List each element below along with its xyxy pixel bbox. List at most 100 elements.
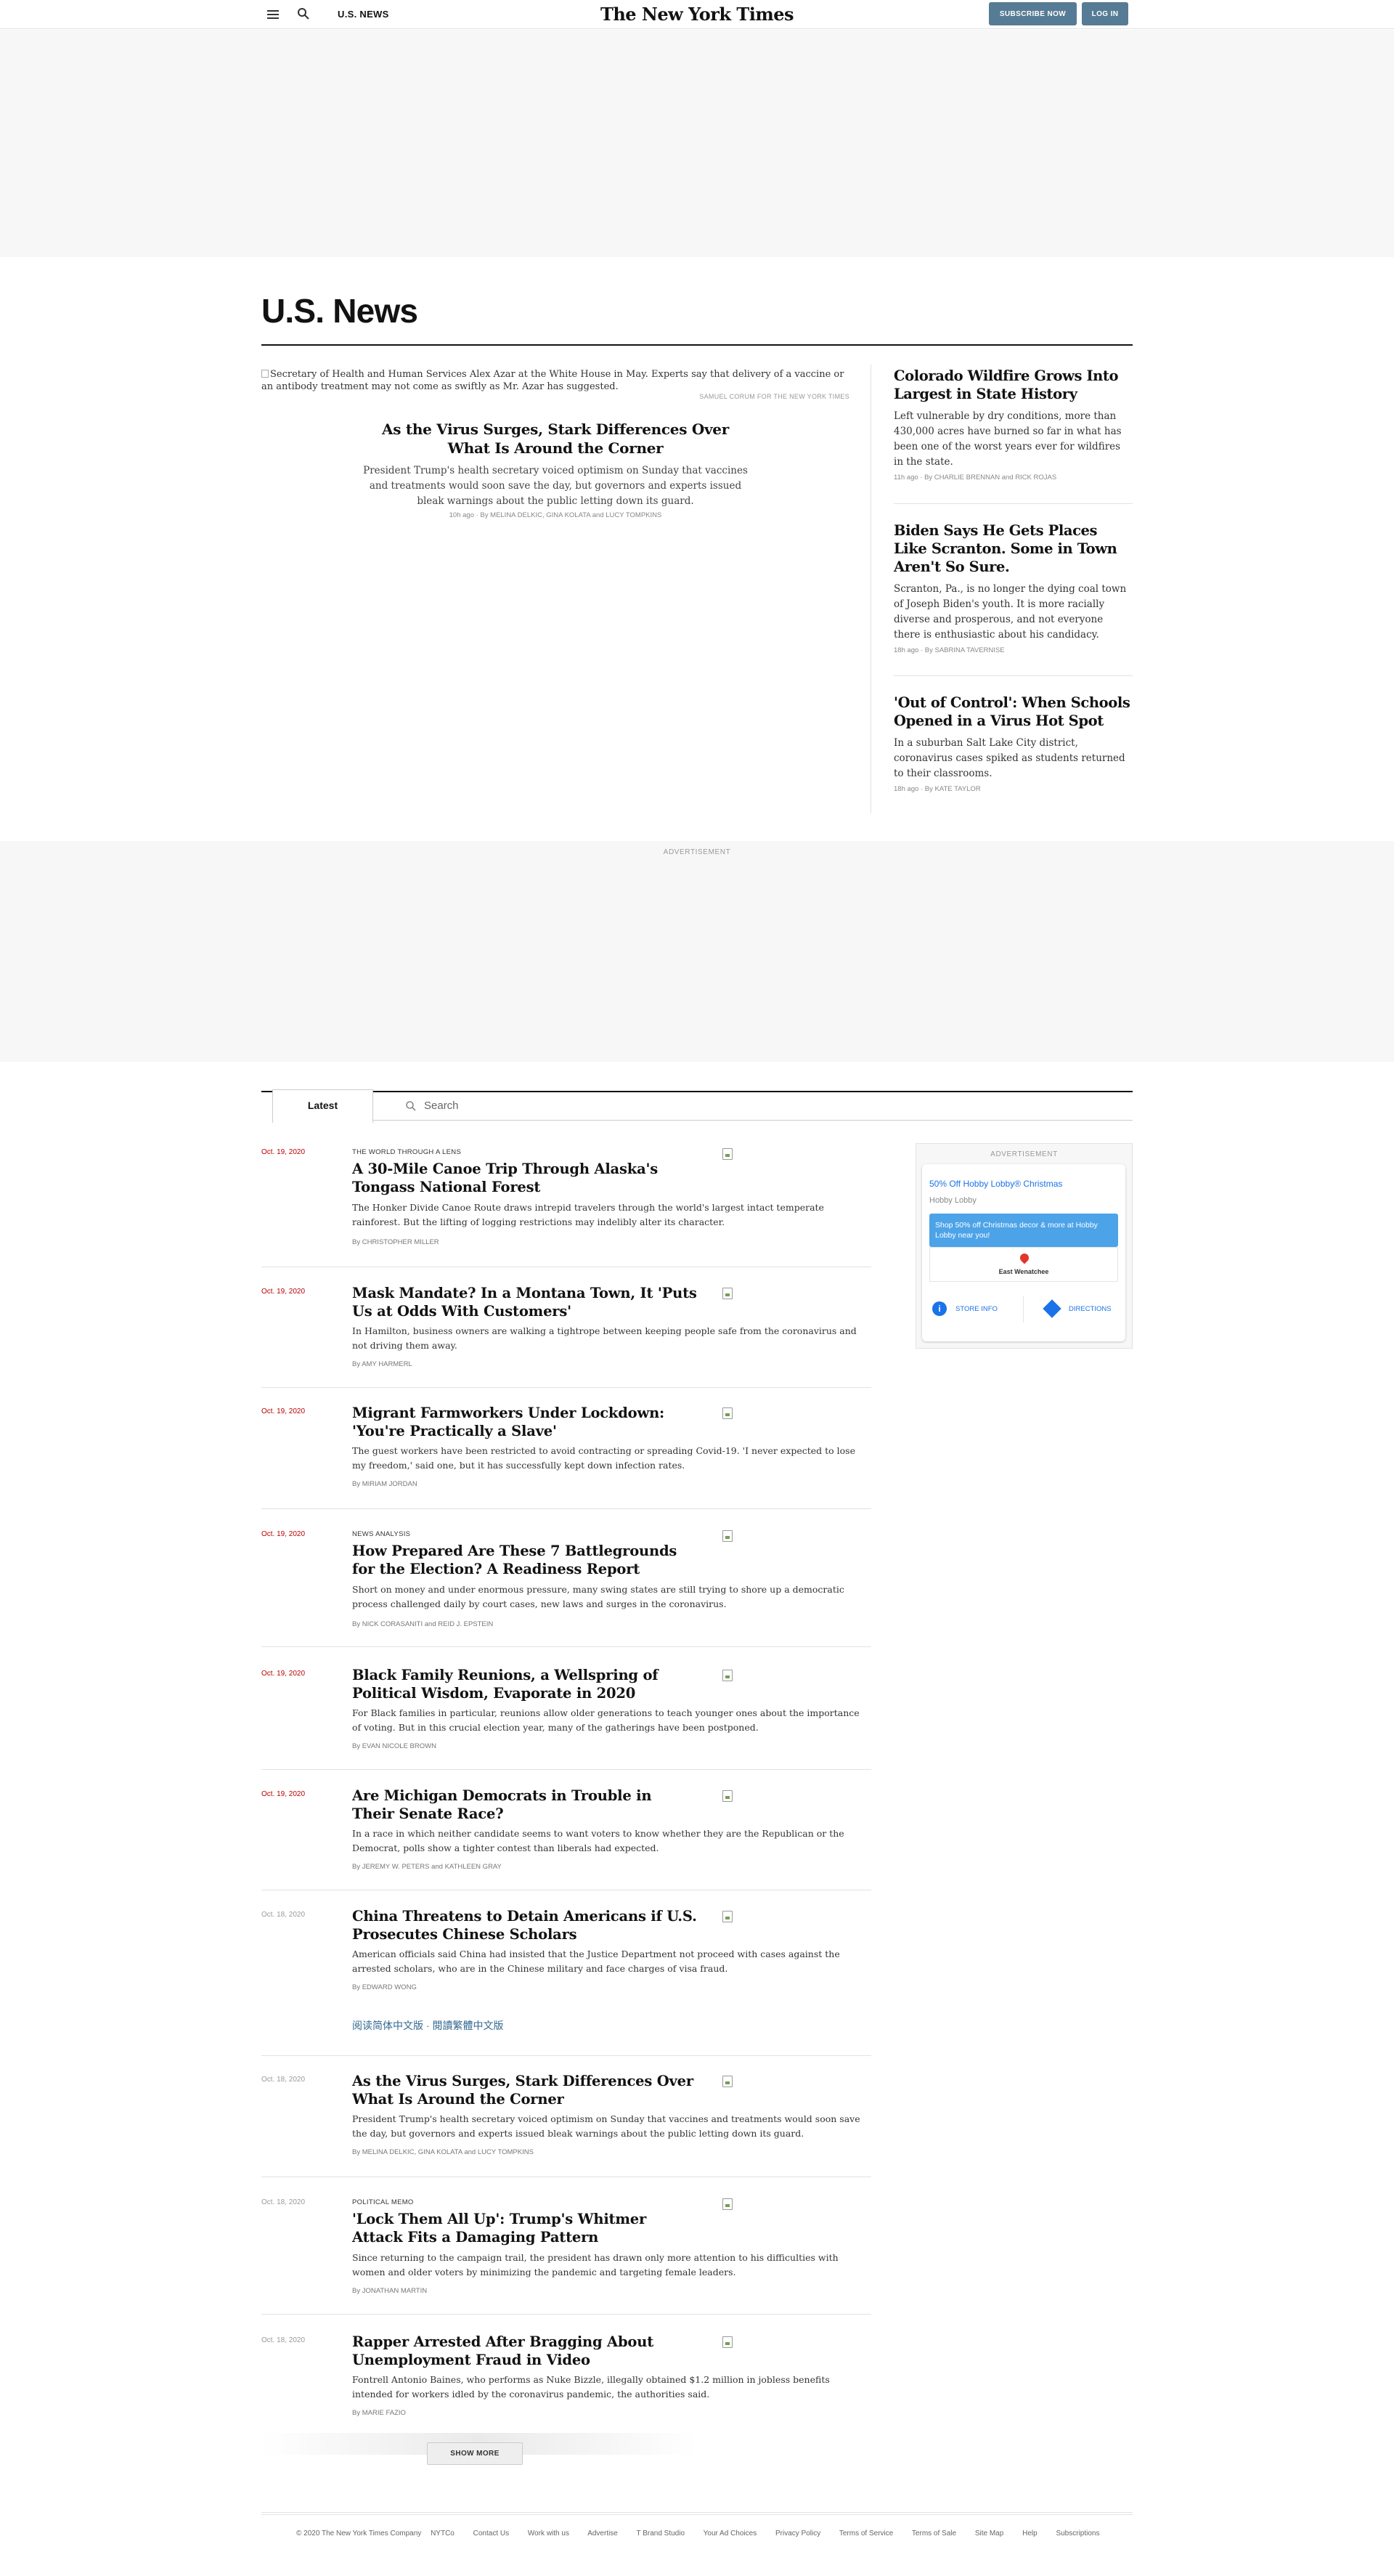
- stream-item-date: Oct. 19, 2020: [261, 1288, 306, 1296]
- search-input[interactable]: [373, 1092, 1133, 1121]
- side-story-meta: 18h ago · By KATE TAYLOR: [894, 785, 981, 793]
- stream-item-date: Oct. 18, 2020: [261, 1911, 306, 1919]
- footer-link[interactable]: Contact Us: [473, 2530, 509, 2538]
- stream-item-headline[interactable]: How Prepared Are These 7 Battlegrounds f…: [352, 1542, 697, 1578]
- thumbnail-image[interactable]: [722, 2336, 733, 2348]
- mid-ad-slot: ADVERTISEMENT: [0, 841, 1394, 1062]
- side-story-meta: 11h ago · By CHARLIE BRENNAN and RICK RO…: [894, 474, 1057, 482]
- thumbnail-image[interactable]: [722, 1288, 733, 1299]
- login-button[interactable]: LOG IN: [1082, 2, 1128, 25]
- item-divider: [261, 2055, 871, 2056]
- thumbnail-image[interactable]: [722, 1790, 733, 1802]
- stream-item-date: Oct. 19, 2020: [261, 1670, 306, 1678]
- ad-label: ADVERTISEMENT: [990, 1150, 1058, 1158]
- thumbnail-image[interactable]: [722, 1407, 733, 1419]
- side-story-summary: Left vulnerable by dry conditions, more …: [894, 410, 1122, 468]
- stream-item-kicker: NEWS ANALYSIS: [352, 1530, 411, 1538]
- side-story[interactable]: Biden Says He Gets Places Like Scranton.…: [894, 521, 1133, 654]
- subscribe-button[interactable]: SUBSCRIBE NOW: [989, 2, 1077, 25]
- footer-link[interactable]: Advertise: [587, 2530, 618, 2538]
- lead-image-alt-text: Secretary of Health and Human Services A…: [261, 369, 844, 392]
- item-divider: [261, 1508, 871, 1509]
- stream-item-summary: Short on money and under enormous pressu…: [352, 1584, 844, 1609]
- stream-item-headline[interactable]: Are Michigan Democrats in Trouble in The…: [352, 1787, 697, 1823]
- store-info-label: STORE INFO: [955, 1305, 998, 1313]
- stream-item-headline[interactable]: China Threatens to Detain Americans if U…: [352, 1907, 697, 1943]
- stream-item-date: Oct. 18, 2020: [261, 2336, 306, 2344]
- stream-item-date: Oct. 19, 2020: [261, 1530, 306, 1538]
- ad-banner[interactable]: Shop 50% off Christmas decor & more at H…: [929, 1214, 1118, 1247]
- lead-image-credit: SAMUEL CORUM FOR THE NEW YORK TIMES: [699, 393, 849, 400]
- side-story-summary: In a suburban Salt Lake City district, c…: [894, 737, 1125, 779]
- stream-item-summary: Since returning to the campaign trail, t…: [352, 2252, 839, 2278]
- stream-item-headline[interactable]: Black Family Reunions, a Wellspring of P…: [352, 1666, 697, 1702]
- stream-item-date: Oct. 19, 2020: [261, 1148, 306, 1156]
- thumbnail-image[interactable]: [722, 1148, 733, 1160]
- footer-link[interactable]: Work with us: [528, 2530, 569, 2538]
- stream-item-headline[interactable]: As the Virus Surges, Stark Differences O…: [352, 2072, 697, 2108]
- lead-headline[interactable]: As the Virus Surges, Stark Differences O…: [363, 420, 748, 458]
- nyt-logo[interactable]: The New York Times: [581, 4, 813, 25]
- side-story-headline[interactable]: Biden Says He Gets Places Like Scranton.…: [894, 521, 1133, 576]
- stream-item-summary: President Trump's health secretary voice…: [352, 2113, 860, 2139]
- stream-item-headline[interactable]: 'Lock Them All Up': Trump's Whitmer Atta…: [352, 2210, 697, 2246]
- top-ad-slot: [0, 30, 1394, 257]
- footer: © 2020 The New York Times Company NYTCo …: [296, 2530, 1133, 2538]
- stream-item-kicker: THE WORLD THROUGH A LENS: [352, 1148, 462, 1156]
- thumbnail-image[interactable]: [722, 2076, 733, 2087]
- side-story-summary: Scranton, Pa., is no longer the dying co…: [894, 583, 1127, 641]
- stream-item-summary: Fontrell Antonio Baines, who performs as…: [352, 2374, 830, 2400]
- stream-item-byline: By MARIE FAZIO: [352, 2409, 406, 2417]
- thumbnail-image[interactable]: [722, 1670, 733, 1681]
- search-icon[interactable]: [296, 7, 311, 21]
- stream-item-headline[interactable]: Rapper Arrested After Bragging About Une…: [352, 2333, 697, 2369]
- side-story[interactable]: 'Out of Control': When Schools Opened in…: [894, 694, 1133, 793]
- title-divider: [261, 344, 1133, 346]
- item-divider: [261, 2314, 871, 2315]
- show-more-button[interactable]: SHOW MORE: [427, 2442, 523, 2465]
- stream-item-headline[interactable]: A 30-Mile Canoe Trip Through Alaska's To…: [352, 1160, 697, 1196]
- ad-title[interactable]: 50% Off Hobby Lobby® Christmas: [929, 1179, 1062, 1189]
- stream-item-byline: By JEREMY W. PETERS and KATHLEEN GRAY: [352, 1863, 502, 1871]
- side-story-headline[interactable]: 'Out of Control': When Schools Opened in…: [894, 694, 1133, 730]
- side-story[interactable]: Colorado Wildfire Grows Into Largest in …: [894, 367, 1133, 482]
- stream-item-summary: For Black families in particular, reunio…: [352, 1707, 860, 1733]
- thumbnail-image[interactable]: [722, 1911, 733, 1922]
- footer-link[interactable]: T Brand Studio: [636, 2530, 685, 2538]
- directions-label: DIRECTIONS: [1069, 1305, 1112, 1313]
- footer-link[interactable]: Terms of Service: [839, 2530, 893, 2538]
- rail-ad: ADVERTISEMENT ▷ ✕ 50% Off Hobby Lobby® C…: [916, 1143, 1133, 1349]
- stream-item-headline[interactable]: Migrant Farmworkers Under Lockdown: 'You…: [352, 1404, 697, 1440]
- footer-link[interactable]: Privacy Policy: [775, 2530, 820, 2538]
- stream-item-summary: The guest workers have been restricted t…: [352, 1445, 855, 1471]
- ad-map[interactable]: East Wenatchee: [929, 1247, 1118, 1282]
- thumbnail-image[interactable]: [722, 1530, 733, 1542]
- footer-link[interactable]: Subscriptions: [1056, 2530, 1099, 2538]
- stream-item-kicker: POLITICAL MEMO: [352, 2198, 414, 2206]
- translation-links[interactable]: 阅读简体中文版 · 閱讀繁體中文版: [352, 2018, 503, 2033]
- hamburger-menu-icon[interactable]: [267, 8, 279, 21]
- directions-button[interactable]: DIRECTIONS: [1043, 1295, 1112, 1324]
- tab-latest[interactable]: Latest: [272, 1089, 373, 1123]
- lead-image-alt[interactable]: Secretary of Health and Human Services A…: [261, 368, 849, 393]
- footer-link[interactable]: NYTCo: [431, 2530, 455, 2538]
- thumbnail-image[interactable]: [722, 2198, 733, 2210]
- footer-link[interactable]: Help: [1022, 2530, 1038, 2538]
- section-label[interactable]: U.S. NEWS: [338, 9, 389, 20]
- stream-item-headline[interactable]: Mask Mandate? In a Montana Town, It 'Put…: [352, 1284, 697, 1320]
- side-story-headline[interactable]: Colorado Wildfire Grows Into Largest in …: [894, 367, 1133, 403]
- side-divider: [894, 675, 1133, 676]
- footer-link[interactable]: Your Ad Choices: [704, 2530, 757, 2538]
- map-pin-icon: [1018, 1251, 1031, 1264]
- ad-card[interactable]: 50% Off Hobby Lobby® Christmas Hobby Lob…: [922, 1164, 1125, 1341]
- stream-item-date: Oct. 18, 2020: [261, 2198, 306, 2206]
- stream-item-byline: By AMY HARMERL: [352, 1360, 412, 1368]
- stream-item-summary: The Honker Divide Canoe Route draws intr…: [352, 1202, 824, 1227]
- footer-link[interactable]: Site Map: [975, 2530, 1003, 2538]
- directions-icon: [1043, 1299, 1061, 1319]
- store-info-button[interactable]: i STORE INFO: [932, 1295, 998, 1324]
- footer-divider: [261, 2514, 1133, 2515]
- stream-item-byline: By MELINA DELKIC, GINA KOLATA and LUCY T…: [352, 2148, 534, 2156]
- footer-link[interactable]: Terms of Sale: [912, 2530, 956, 2538]
- top-bar: U.S. NEWS The New York Times SUBSCRIBE N…: [0, 0, 1394, 29]
